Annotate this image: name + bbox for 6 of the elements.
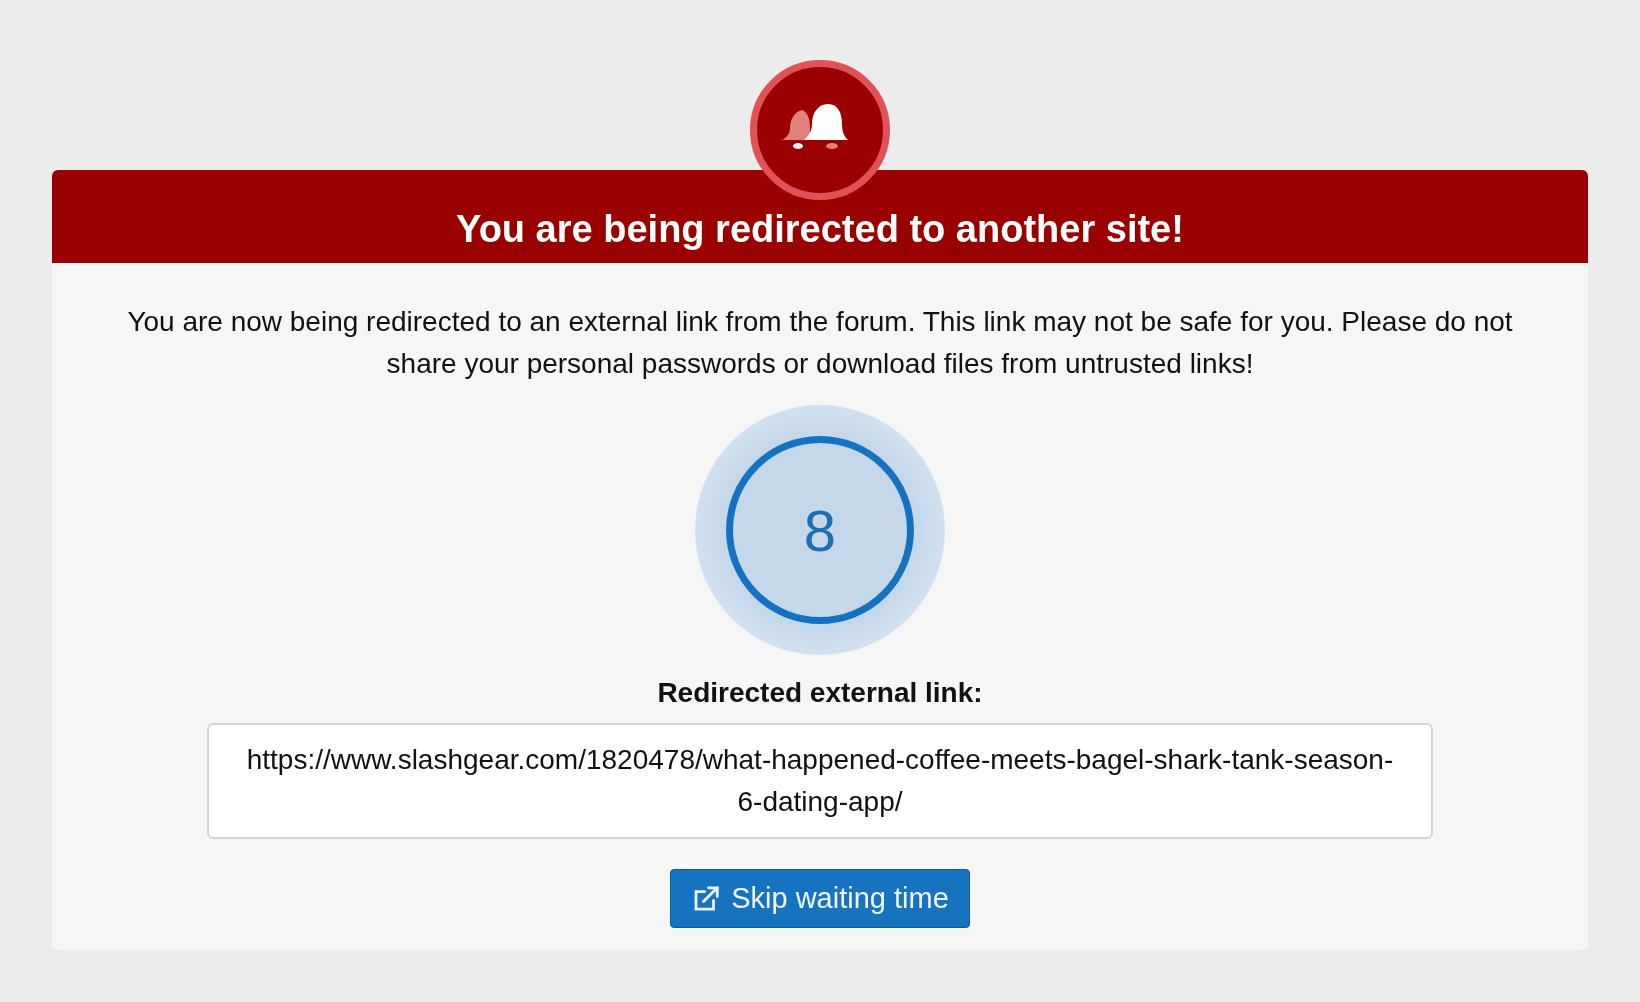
warning-message: You are now being redirected to an external link from the forum. This link may not be safe for you. Please do not share your personal passwords or download files from untrusted links! (126, 305, 1514, 381)
countdown-number: 8 (803, 496, 837, 564)
link-field[interactable]: https://www.slashgear.com/1820478/what-happened-coffee-meets-bagel-shark-tank-season-6-dating-app/ (207, 723, 1433, 839)
dialog-title: You are being redirected to another site! (52, 170, 1588, 263)
skip-button[interactable]: Skip waiting time (670, 869, 970, 928)
link-label: Redirected external link: (657, 677, 983, 709)
